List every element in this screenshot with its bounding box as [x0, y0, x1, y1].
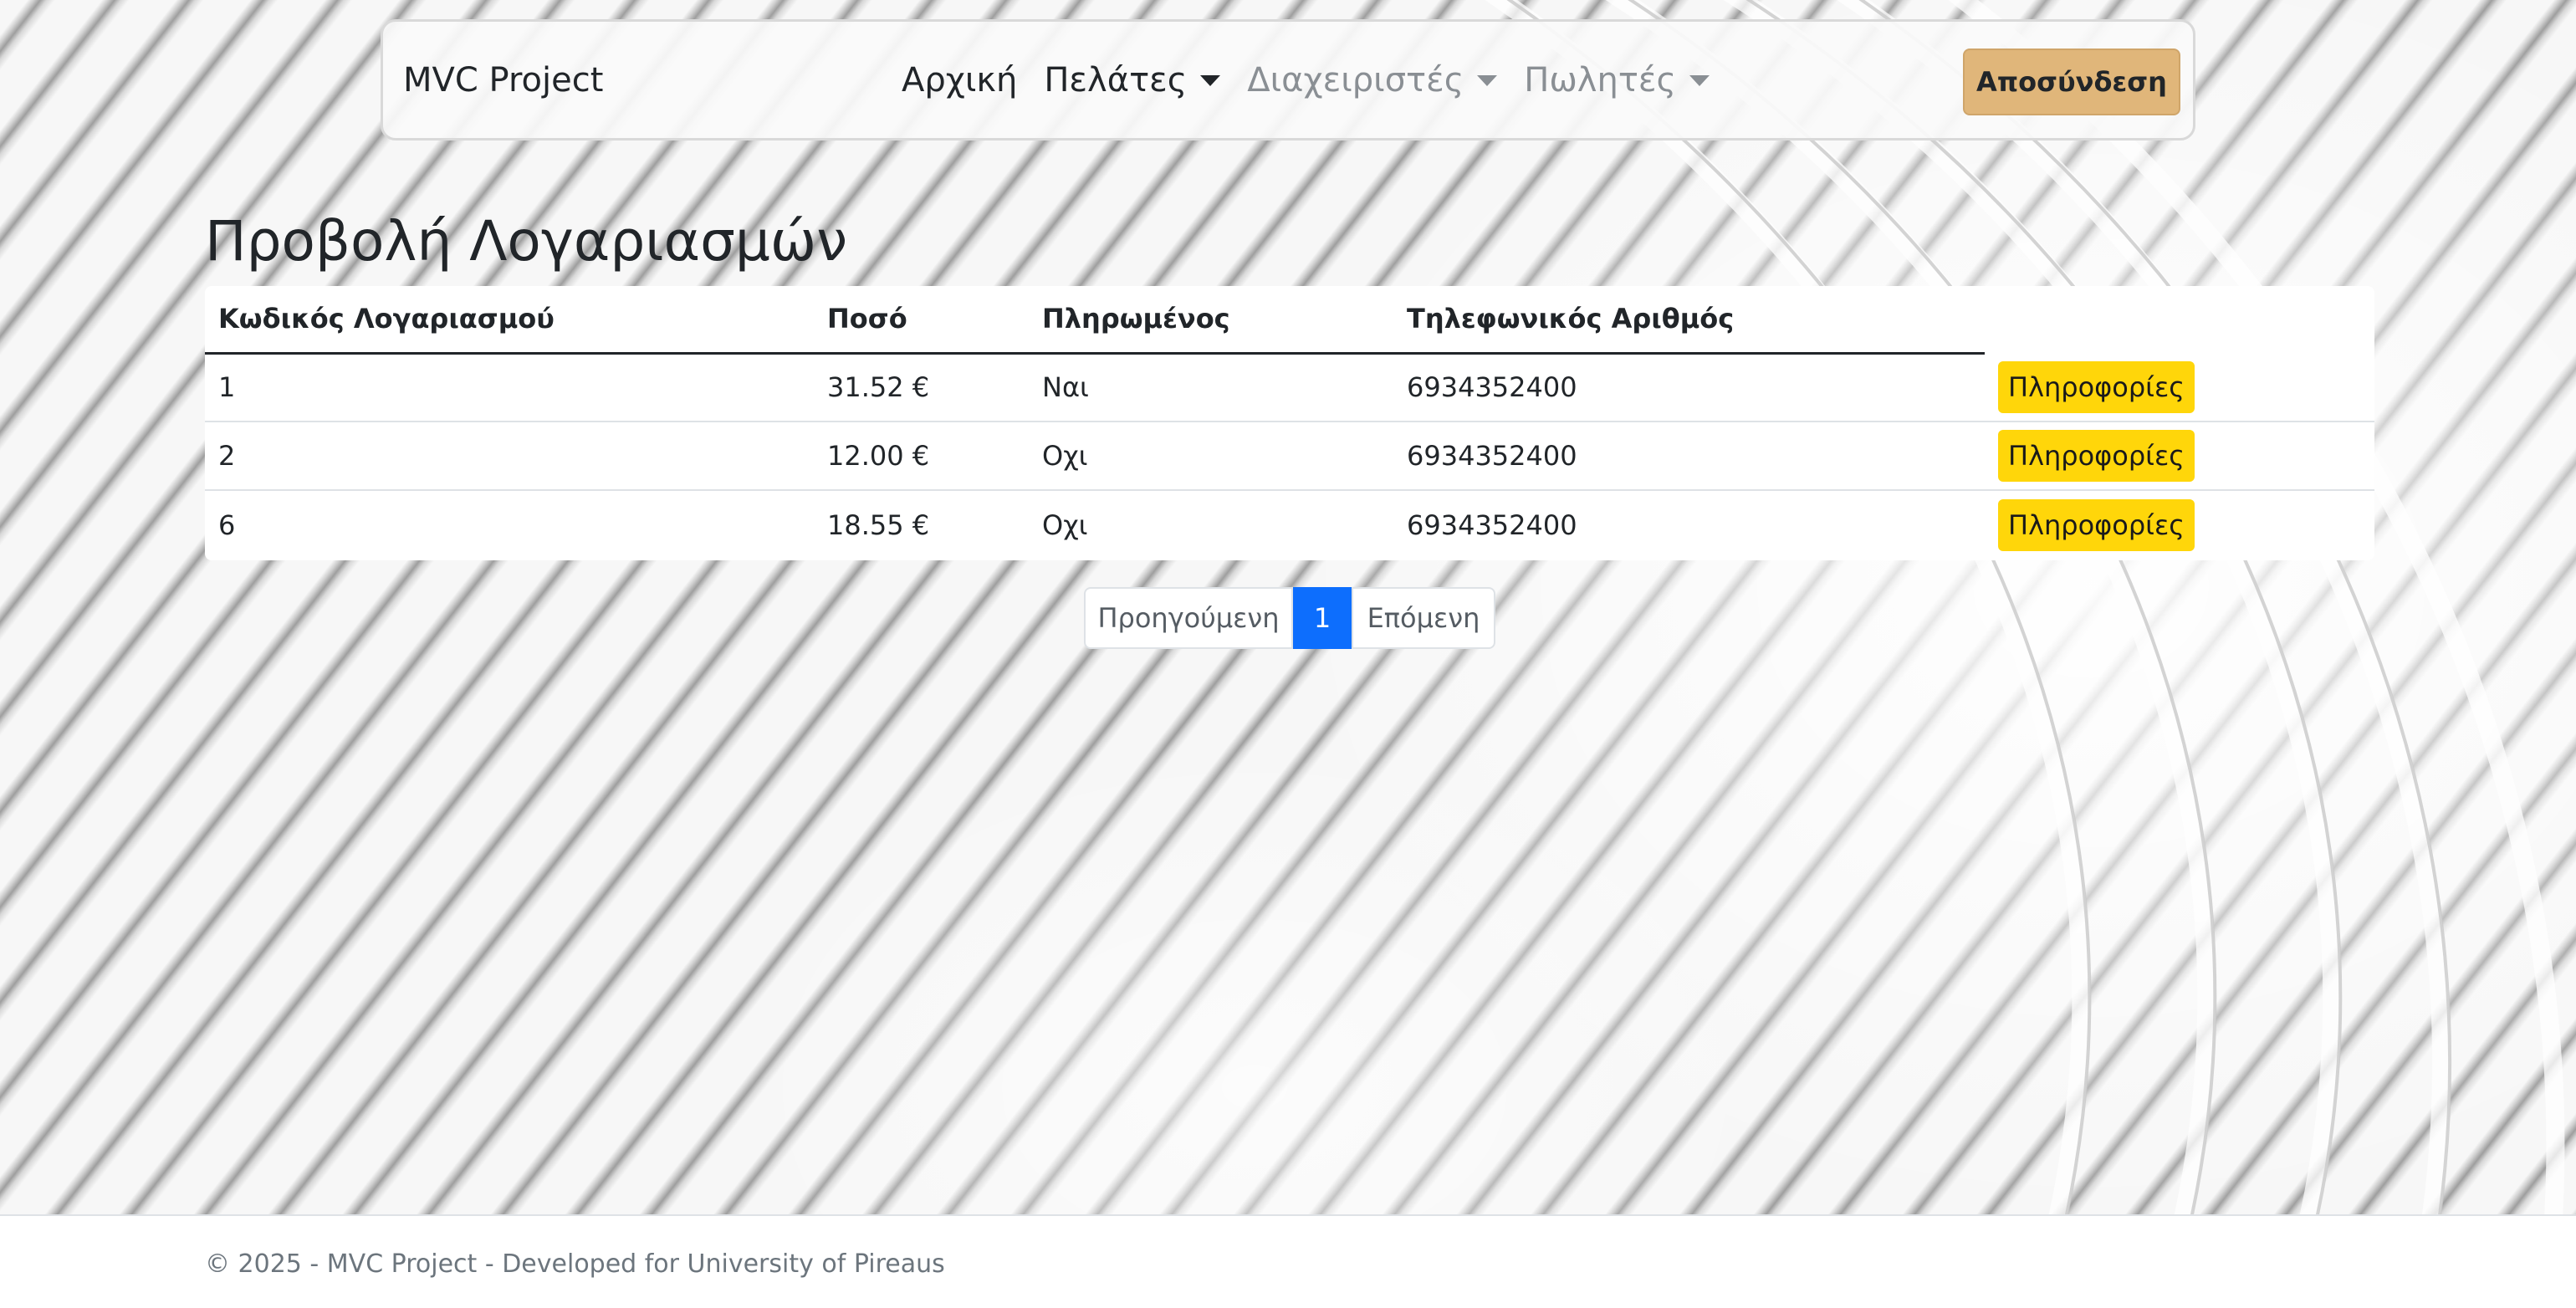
table-row: 6 18.55 € Οχι 6934352400 Πληροφορίες: [205, 489, 2374, 559]
cell-amount: 31.52 €: [827, 371, 930, 404]
pagination-page-current[interactable]: 1: [1293, 587, 1352, 649]
nav-item-label: Διαχειριστές: [1247, 61, 1464, 100]
cell-paid: Ναι: [1042, 371, 1089, 404]
column-header-phone: Τηλεφωνικός Αριθμός: [1393, 286, 1985, 355]
chevron-down-icon: [1477, 74, 1498, 86]
info-button[interactable]: Πληροφορίες: [1998, 430, 2195, 482]
cell-code: 2: [205, 421, 814, 490]
column-header-amount: Ποσό: [814, 286, 1029, 355]
cell-paid: Οχι: [1029, 421, 1393, 490]
cell-paid: Οχι: [1029, 489, 1393, 559]
pagination-previous-button[interactable]: Προηγούμενη: [1084, 587, 1293, 649]
cell-actions: Πληροφορίες: [1985, 489, 2374, 559]
table-row: 2 12.00 € Οχι 6934352400 Πληροφορίες: [205, 421, 2374, 490]
column-header-paid: Πληρωμένος: [1029, 286, 1393, 355]
cell-code: 6: [205, 489, 814, 559]
page-title: Προβολή Λογαριασμών: [205, 209, 848, 273]
chevron-down-icon: [1200, 74, 1221, 86]
pagination-next-button[interactable]: Επόμενη: [1352, 587, 1495, 649]
navbar: MVC Project Αρχική Πελάτες Διαχειριστές …: [381, 19, 2195, 141]
cell-amount: 12.00 €: [814, 421, 1029, 490]
chevron-down-icon: [1689, 74, 1710, 86]
nav-item-label: Πωλητές: [1524, 61, 1677, 100]
bills-table-card: Κωδικός Λογαριασμού Ποσό Πληρωμένος Τηλε…: [205, 286, 2374, 560]
nav-item-admins[interactable]: Διαχειριστές: [1247, 61, 1498, 100]
info-button[interactable]: Πληροφορίες: [1998, 498, 2195, 551]
nav-menu: Αρχική Πελάτες Διαχειριστές Πωλητές: [902, 61, 1710, 100]
table-header-row: Κωδικός Λογαριασμού Ποσό Πληρωμένος Τηλε…: [205, 286, 2374, 355]
brand-link[interactable]: MVC Project: [403, 61, 603, 100]
nav-item-customers[interactable]: Πελάτες: [1044, 61, 1221, 100]
cell-amount: 18.55 €: [814, 489, 1029, 559]
cell-actions: Πληροφορίες: [1985, 421, 2374, 490]
nav-item-sellers[interactable]: Πωλητές: [1524, 61, 1710, 100]
info-button[interactable]: Πληροφορίες: [1998, 360, 2195, 413]
logout-button[interactable]: Αποσύνδεση: [1963, 49, 2180, 115]
nav-item-home[interactable]: Αρχική: [902, 61, 1017, 100]
column-header-actions: [1985, 286, 2374, 353]
table-row: 1 31.52 € Ναι 6934352400 Πληροφορίες: [205, 353, 2374, 422]
nav-item-label: Αρχική: [902, 61, 1018, 100]
cell-phone: 6934352400: [1393, 421, 1985, 490]
cell-actions: Πληροφορίες: [1985, 353, 2374, 422]
footer: © 2025 - MVC Project - Developed for Uni…: [0, 1214, 2576, 1308]
pagination: Προηγούμενη 1 Επόμενη: [1084, 587, 1495, 649]
column-header-code: Κωδικός Λογαριασμού: [205, 286, 814, 355]
nav-item-label: Πελάτες: [1044, 61, 1188, 100]
footer-copyright: © 2025 - MVC Project - Developed for Uni…: [205, 1249, 945, 1279]
cell-phone: 6934352400: [1393, 489, 1985, 559]
cell-phone: 6934352400: [1407, 371, 1577, 404]
cell-code: 1: [218, 371, 236, 404]
bills-table: Κωδικός Λογαριασμού Ποσό Πληρωμένος Τηλε…: [205, 286, 2374, 559]
